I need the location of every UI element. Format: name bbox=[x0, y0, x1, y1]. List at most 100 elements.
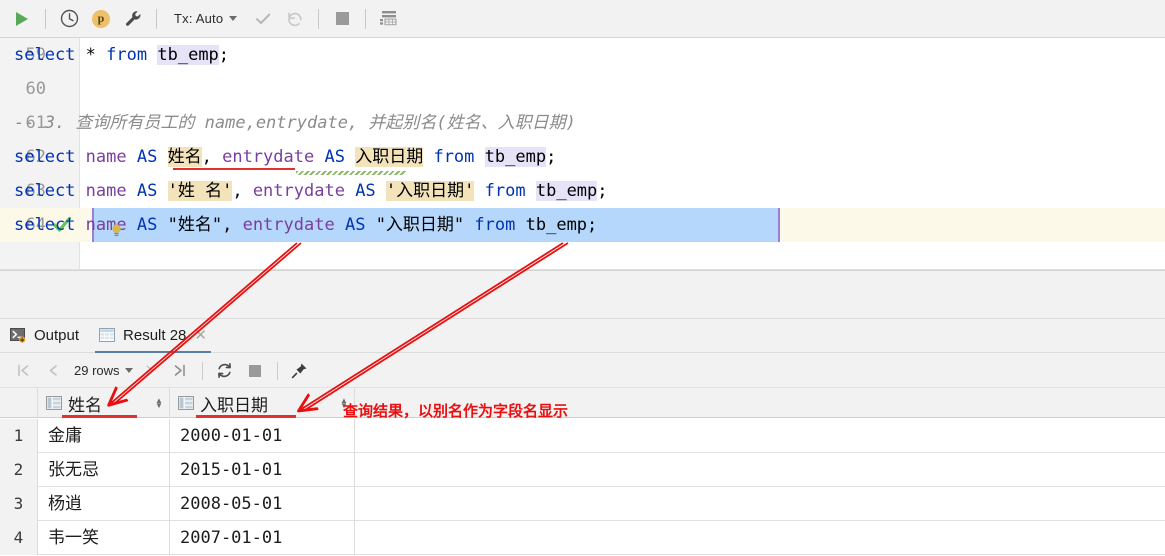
code-token: select bbox=[14, 215, 76, 235]
cell-name[interactable]: 张无忌 bbox=[38, 453, 170, 487]
settings-button[interactable] bbox=[119, 5, 147, 33]
panel-tab-output[interactable]: Output bbox=[0, 319, 89, 353]
code-token: from bbox=[433, 147, 475, 167]
console-icon bbox=[10, 328, 27, 344]
refresh-button[interactable] bbox=[212, 358, 238, 384]
code-token: "入职日期" bbox=[375, 215, 465, 235]
profile-icon: p bbox=[92, 9, 110, 28]
profile-button[interactable]: p bbox=[87, 5, 115, 33]
prev-page-button[interactable] bbox=[40, 358, 66, 384]
column-icon bbox=[178, 396, 194, 410]
column-header-label: 入职日期 bbox=[200, 395, 268, 415]
last-page-icon bbox=[174, 364, 185, 377]
spellcheck-squiggle bbox=[296, 171, 406, 175]
code-token: AS bbox=[344, 215, 366, 235]
code-token: , bbox=[232, 181, 253, 201]
editor-line[interactable]: 60 bbox=[0, 72, 1165, 106]
first-page-button[interactable] bbox=[10, 358, 36, 384]
code-token: '姓 名' bbox=[167, 181, 233, 201]
editor-line[interactable]: 64 select name AS "姓名", entrydate AS "入职日… bbox=[0, 208, 1165, 242]
stop-button[interactable] bbox=[328, 5, 356, 33]
play-icon bbox=[16, 11, 28, 26]
chevron-down-icon bbox=[229, 16, 238, 21]
cell-name[interactable]: 杨逍 bbox=[38, 487, 170, 521]
cell-entrydate[interactable]: 2000-01-01 bbox=[170, 419, 355, 453]
commit-button[interactable] bbox=[249, 5, 277, 33]
table-row[interactable]: 1 金庸 2000-01-01 bbox=[0, 419, 1165, 453]
cell-entrydate[interactable]: 2008-05-01 bbox=[170, 487, 355, 521]
last-page-button[interactable] bbox=[167, 358, 193, 384]
pin-tab-button[interactable] bbox=[287, 358, 313, 384]
column-header-label: 姓名 bbox=[68, 395, 102, 415]
panel-tab-result[interactable]: Result 28 ✕ bbox=[89, 319, 217, 353]
results-panel: Output Result 28 ✕ 29 rows 姓名 ▲ ▼ 入职日期 ▲… bbox=[0, 270, 1165, 556]
result-grid[interactable]: 姓名 ▲ ▼ 入职日期 ▲ ▼ 1 金庸 2000-01-01 2 张无忌 20… bbox=[0, 388, 1165, 556]
cell-entrydate[interactable]: 2015-01-01 bbox=[170, 453, 355, 487]
panel-tab-label: Result 28 bbox=[123, 327, 187, 344]
chevron-left-icon bbox=[49, 365, 57, 376]
editor-line[interactable]: 59 select * from tb_emp; bbox=[0, 38, 1165, 72]
code-token: AS bbox=[136, 181, 158, 201]
line-code: select name AS "姓名", entrydate AS "入职日期"… bbox=[14, 208, 597, 242]
toolbar-divider bbox=[201, 361, 203, 380]
code-token: entrydate bbox=[222, 147, 315, 167]
cell-name[interactable]: 韦一笑 bbox=[38, 521, 170, 555]
code-token: AS bbox=[355, 181, 376, 201]
code-token: select bbox=[14, 45, 76, 65]
code-token: -- 3. 查询所有员工的 name,entrydate, 并起别名(姓名、入职… bbox=[14, 113, 576, 133]
column-header-name[interactable]: 姓名 ▲ ▼ bbox=[38, 388, 170, 418]
table-row[interactable]: 3 杨逍 2008-05-01 bbox=[0, 487, 1165, 521]
editor-line[interactable]: 63 select name AS '姓 名', entrydate AS '入职… bbox=[0, 174, 1165, 208]
code-token: , bbox=[201, 147, 223, 167]
main-toolbar: p Tx: Auto bbox=[0, 0, 1165, 38]
rollback-button[interactable] bbox=[281, 5, 309, 33]
code-token: 入职日期 bbox=[355, 147, 424, 167]
sort-indicator[interactable]: ▲ ▼ bbox=[152, 397, 166, 410]
table-row[interactable]: 4 韦一笑 2007-01-01 bbox=[0, 521, 1165, 555]
code-token: entrydate bbox=[242, 215, 335, 235]
editor-line[interactable]: 61 -- 3. 查询所有员工的 name,entrydate, 并起别名(姓名、… bbox=[0, 106, 1165, 140]
next-page-button[interactable] bbox=[137, 358, 163, 384]
column-icon bbox=[46, 396, 62, 410]
cell-name[interactable]: 金庸 bbox=[38, 419, 170, 453]
toolbar-divider bbox=[45, 8, 46, 29]
row-count-selector[interactable]: 29 rows bbox=[74, 363, 133, 378]
code-token: ; bbox=[546, 147, 557, 167]
chevron-right-icon bbox=[146, 365, 154, 376]
code-token: name bbox=[85, 147, 127, 167]
query-history-button[interactable] bbox=[55, 5, 83, 33]
table-row[interactable]: 2 张无忌 2015-01-01 bbox=[0, 453, 1165, 487]
tx-mode-selector[interactable]: Tx: Auto bbox=[166, 5, 239, 33]
intention-bulb-icon[interactable] bbox=[111, 224, 122, 237]
run-query-button[interactable] bbox=[8, 5, 36, 33]
code-token: * bbox=[85, 45, 96, 65]
toolbar-divider-2 bbox=[276, 361, 278, 380]
cell-entrydate[interactable]: 2007-01-01 bbox=[170, 521, 355, 555]
header-underline-name bbox=[62, 415, 137, 418]
panel-top-divider bbox=[0, 270, 1165, 271]
checkmark-icon bbox=[256, 13, 271, 24]
close-icon[interactable]: ✕ bbox=[194, 328, 207, 343]
code-token: AS bbox=[136, 215, 158, 235]
sql-editor[interactable]: 59 select * from tb_emp; 60 61 -- 3. 查询所有员工的… bbox=[0, 38, 1165, 270]
open-data-editor-button[interactable] bbox=[375, 5, 403, 33]
table-icon bbox=[99, 328, 116, 344]
toolbar-divider-3 bbox=[318, 8, 320, 29]
chevron-down-icon bbox=[124, 368, 133, 373]
pin-icon bbox=[291, 363, 307, 379]
column-header-entrydate[interactable]: 入职日期 ▲ ▼ bbox=[170, 388, 355, 418]
stop-query-button[interactable] bbox=[242, 358, 268, 384]
result-grid-toolbar: 29 rows bbox=[0, 354, 1165, 388]
code-token: , bbox=[222, 215, 243, 235]
